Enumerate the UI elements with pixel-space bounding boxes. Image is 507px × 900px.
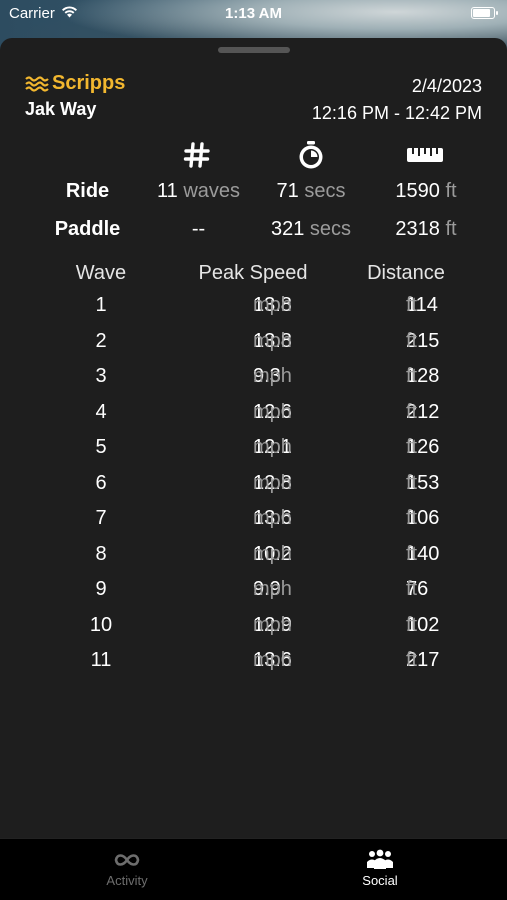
header-distance: Distance [367,262,445,284]
paddle-secs-unit: secs [309,218,352,240]
wave-speed-unit: mph [253,294,292,316]
wave-number: 5 [95,436,107,458]
wave-distance-unit: ft [406,542,418,565]
tab-activity[interactable]: Activity [67,847,187,888]
session-location: Scripps Jak Way [25,72,125,120]
ride-distance: 1590 ft [366,180,486,203]
wave-number: 6 [95,471,107,494]
tab-social-label: Social [362,873,398,888]
wave-speed-unit: mph [253,436,292,458]
session-datetime: 2/4/2023 12:16 PM - 12:42 PM [312,76,482,124]
paddle-distance-unit: ft [445,218,457,240]
wave-distance-unit: ft [406,613,418,636]
table-row: 5 12.1 mph 126 ft [0,436,507,472]
ride-waves-value: 11 [156,180,178,202]
group-people-icon [320,847,440,873]
wave-number: 7 [95,507,107,529]
ride-summary-row: Ride 11 waves 71 secs 1590 ft [0,180,507,208]
session-time-range: 12:16 PM - 12:42 PM [311,103,482,123]
waves-icon [25,75,49,92]
spot-name: Scripps [52,72,126,94]
wave-number: 4 [95,400,107,423]
wave-speed-unit: mph [253,507,292,529]
wave-number: 3 [95,365,107,387]
wave-number: 9 [95,578,107,600]
wave-distance-unit: ft [406,365,418,387]
wave-speed-unit: mph [253,365,292,387]
waves-table: 1 13.8 mph 114 ft 2 13.8 mph 215 ft 3 9.3 mph 12… [0,294,507,685]
tab-social[interactable]: Social [320,847,440,888]
table-row: 10 12.9 mph 102 ft [0,614,507,650]
wave-number: 10 [89,613,113,636]
session-sheet: Scripps Jak Way 2/4/2023 12:16 PM - 12:4… [0,38,507,839]
wave-distance-unit: ft [406,471,418,494]
wave-number: 11 [90,649,112,671]
wave-distance-unit: ft [406,507,418,529]
ride-secs-unit: secs [304,180,346,202]
spot-title[interactable]: Scripps [25,72,125,95]
table-row: 11 13.6 mph 217 ft [0,649,507,685]
table-row: 1 13.8 mph 114 ft [0,294,507,330]
table-row: 4 12.6 mph 212 ft [0,401,507,437]
ruler-icon [406,140,446,170]
ride-waves: 11 waves [140,180,257,203]
status-bar: Carrier 1:13 AM [0,0,507,28]
ride-waves-unit: waves [183,180,241,202]
paddle-secs-value: 321 [270,218,305,240]
ride-secs-value: 71 [276,180,299,202]
wave-speed-unit: mph [253,649,292,671]
rider-name: Jak Way [25,99,97,119]
wave-speed-unit: mph [253,329,292,352]
table-row: 9 9.9 mph 76 ft [0,578,507,614]
paddle-secs: 321 secs [250,218,372,241]
wave-speed-unit: mph [253,400,292,423]
tab-bar: Activity Social [0,838,507,900]
wave-distance-unit: ft [406,294,418,316]
wave-speed-unit: mph [253,542,292,565]
wave-number: 1 [95,294,107,316]
battery-icon [471,7,498,19]
table-row: 7 13.6 mph 106 ft [0,507,507,543]
table-row: 3 9.3 mph 128 ft [0,365,507,401]
paddle-distance: 2318 ft [366,218,486,241]
table-row: 2 13.8 mph 215 ft [0,330,507,366]
infinity-icon [67,847,187,873]
wave-distance-unit: ft [406,400,418,423]
paddle-distance-value: 2318 [395,218,440,240]
ride-secs: 71 secs [250,180,372,203]
wave-speed-unit: mph [253,471,292,494]
paddle-waves: -- [140,218,257,241]
sheet-grabber-handle[interactable] [218,47,290,53]
wave-speed-unit: mph [253,613,292,636]
header-peak-speed: Peak Speed [198,262,308,284]
ride-distance-value: 1590 [395,180,440,202]
stopwatch-icon [296,140,326,170]
ride-distance-unit: ft [445,180,457,202]
wave-distance-unit: ft [406,329,418,352]
session-date: 2/4/2023 [411,76,482,96]
status-time: 1:13 AM [225,5,282,22]
table-row: 8 10.2 mph 140 ft [0,543,507,579]
wave-distance-unit: ft [406,578,418,600]
wave-number: 8 [95,542,107,565]
tab-activity-label: Activity [106,873,148,888]
paddle-summary-row: Paddle -- 321 secs 2318 ft [0,218,507,246]
wave-number: 2 [95,329,107,352]
wave-distance-unit: ft [406,649,418,671]
header-wave: Wave [75,262,127,284]
wave-distance-unit: ft [406,436,418,458]
wave-speed-unit: mph [253,578,292,600]
hashtag-icon [182,140,212,170]
paddle-waves-value: -- [191,218,206,240]
table-row: 6 12.8 mph 153 ft [0,472,507,508]
